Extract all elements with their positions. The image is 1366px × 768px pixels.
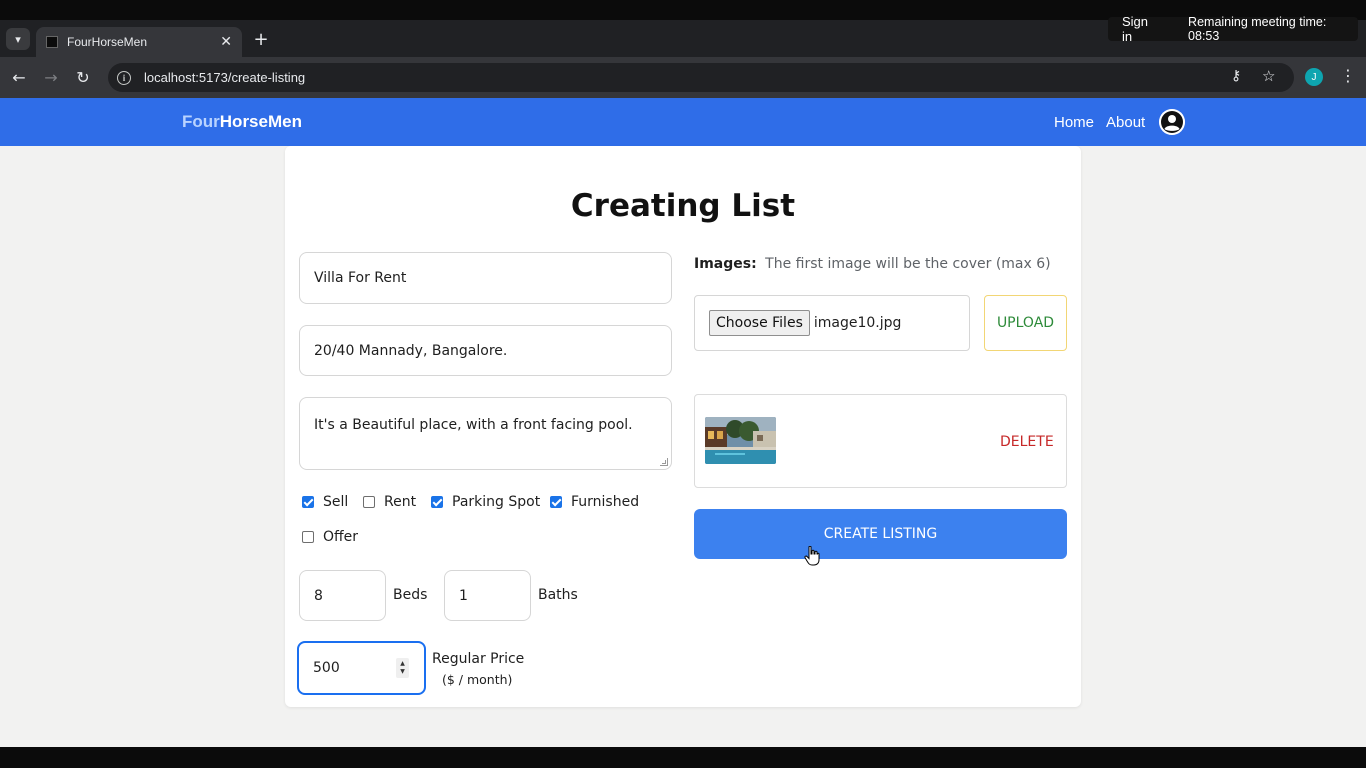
favicon-icon [46, 36, 58, 48]
images-label: Images: [694, 256, 757, 272]
browser-tab[interactable]: FourHorseMen ✕ [36, 27, 242, 57]
images-heading: Images: The first image will be the cove… [694, 256, 1051, 272]
close-tab-icon[interactable]: ✕ [220, 34, 232, 50]
user-avatar-icon[interactable] [1159, 109, 1185, 135]
beds-input[interactable]: 8 [299, 570, 386, 621]
tab-title: FourHorseMen [67, 35, 148, 49]
sell-checkbox[interactable] [302, 496, 314, 508]
brand-logo[interactable]: FourHorseMen [182, 112, 302, 132]
create-listing-button[interactable]: CREATE LISTING [694, 509, 1067, 559]
reload-icon[interactable]: ↻ [72, 66, 94, 88]
resize-handle-icon[interactable] [660, 458, 668, 466]
delete-image-button[interactable]: DELETE [1000, 434, 1054, 450]
description-textarea[interactable]: It's a Beautiful place, with a front fac… [299, 397, 672, 470]
password-key-icon[interactable]: ⚷ [1231, 68, 1241, 84]
parking-spot-checkbox[interactable] [431, 496, 443, 508]
nav-about-link[interactable]: About [1106, 114, 1145, 131]
browser-menu-icon[interactable]: ⋮ [1340, 66, 1356, 85]
baths-label: Baths [538, 587, 578, 603]
file-input[interactable]: Choose Files image10.jpg [694, 295, 970, 351]
offer-checkbox[interactable] [302, 531, 314, 543]
address-bar[interactable]: i localhost:5173/create-listing [108, 63, 1294, 92]
baths-input[interactable]: 1 [444, 570, 531, 621]
brand-part-horsemen: HorseMen [219, 112, 302, 131]
images-hint: The first image will be the cover (max 6… [765, 256, 1051, 272]
rent-label: Rent [384, 494, 417, 510]
parking-spot-label: Parking Spot [452, 494, 541, 510]
address-url[interactable]: localhost:5173/create-listing [144, 70, 305, 85]
page-title: Creating List [570, 188, 796, 224]
meeting-overlay: Sign in Remaining meeting time: 08:53 [1108, 14, 1358, 44]
name-input[interactable]: Villa For Rent [299, 252, 672, 304]
description-text: It's a Beautiful place, with a front fac… [314, 417, 633, 433]
offer-label: Offer [323, 529, 359, 545]
listing-thumbnail-image [705, 417, 776, 464]
meeting-timer: Remaining meeting time: 08:53 [1188, 15, 1327, 43]
beds-label: Beds [393, 587, 428, 603]
new-tab-button[interactable]: + [250, 28, 272, 50]
sell-label: Sell [323, 494, 349, 510]
forward-arrow-icon[interactable]: → [40, 66, 62, 88]
brand-part-four: Four [182, 112, 220, 131]
back-arrow-icon[interactable]: ← [8, 66, 30, 88]
nav-home-link[interactable]: Home [1054, 114, 1094, 131]
upload-button[interactable]: UPLOAD [984, 295, 1067, 351]
choose-files-button[interactable]: Choose Files [709, 310, 810, 336]
screen-bottom-bar [0, 747, 1366, 768]
hand-cursor-icon [804, 545, 820, 566]
rent-checkbox[interactable] [363, 496, 375, 508]
site-info-icon[interactable]: i [117, 70, 131, 85]
bookmark-star-icon[interactable]: ☆ [1262, 67, 1275, 85]
address-input[interactable]: 20/40 Mannady, Bangalore. [299, 325, 672, 376]
profile-avatar[interactable]: J [1305, 68, 1323, 86]
price-unit-label: ($ / month) [442, 672, 513, 687]
tab-search-icon[interactable]: ▾ [6, 28, 30, 50]
selected-file-name: image10.jpg [813, 315, 902, 331]
price-stepper-icon[interactable]: ▲ ▼ [396, 658, 409, 678]
sign-in-link[interactable]: Sign in [1122, 14, 1161, 44]
furnished-checkbox[interactable] [550, 496, 562, 508]
regular-price-label: Regular Price [432, 651, 525, 667]
furnished-label: Furnished [571, 494, 640, 510]
